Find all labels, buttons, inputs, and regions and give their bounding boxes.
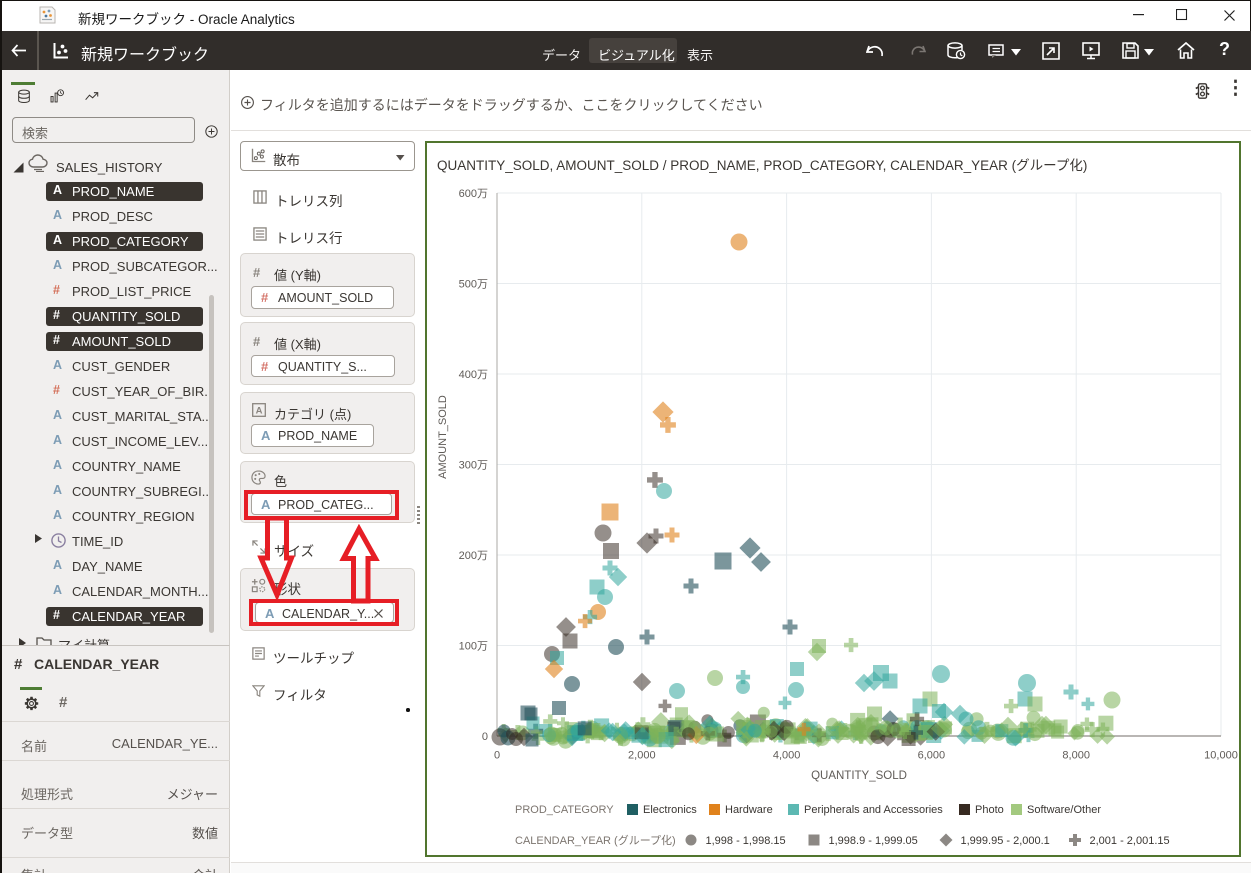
svg-text:QUANTITY_SOLD: QUANTITY_SOLD (811, 770, 907, 782)
svg-text:Photo: Photo (975, 804, 1004, 816)
svg-text:8,000: 8,000 (1062, 750, 1090, 762)
svg-text:1,998 - 1,998.15: 1,998 - 1,998.15 (706, 835, 786, 847)
svg-text:400万: 400万 (459, 369, 488, 381)
svg-text:500万: 500万 (459, 279, 488, 291)
svg-text:300万: 300万 (459, 460, 488, 472)
svg-text:600万: 600万 (459, 188, 488, 200)
svg-text:CALENDAR_YEAR (グループ化): CALENDAR_YEAR (グループ化) (515, 833, 676, 847)
svg-text:1,998.9 - 1,999.05: 1,998.9 - 1,999.05 (829, 835, 918, 847)
svg-text:10,000: 10,000 (1204, 750, 1238, 762)
svg-text:AMOUNT_SOLD: AMOUNT_SOLD (437, 395, 449, 479)
svg-text:Electronics: Electronics (643, 804, 697, 816)
svg-text:PROD_CATEGORY: PROD_CATEGORY (515, 804, 614, 816)
svg-text:Software/Other: Software/Other (1027, 804, 1101, 816)
svg-text:1,999.95 - 2,000.1: 1,999.95 - 2,000.1 (961, 835, 1050, 847)
svg-text:6,000: 6,000 (918, 750, 946, 762)
svg-text:Hardware: Hardware (725, 804, 773, 816)
svg-text:2,000: 2,000 (628, 750, 656, 762)
svg-text:2,001 - 2,001.15: 2,001 - 2,001.15 (1090, 835, 1170, 847)
svg-text:4,000: 4,000 (773, 750, 801, 762)
svg-text:Peripherals and Accessories: Peripherals and Accessories (804, 804, 943, 816)
svg-text:0: 0 (482, 731, 488, 743)
svg-text:0: 0 (494, 750, 500, 762)
svg-text:200万: 200万 (459, 550, 488, 562)
svg-text:A: A (256, 406, 263, 417)
svg-text:100万: 100万 (459, 641, 488, 653)
